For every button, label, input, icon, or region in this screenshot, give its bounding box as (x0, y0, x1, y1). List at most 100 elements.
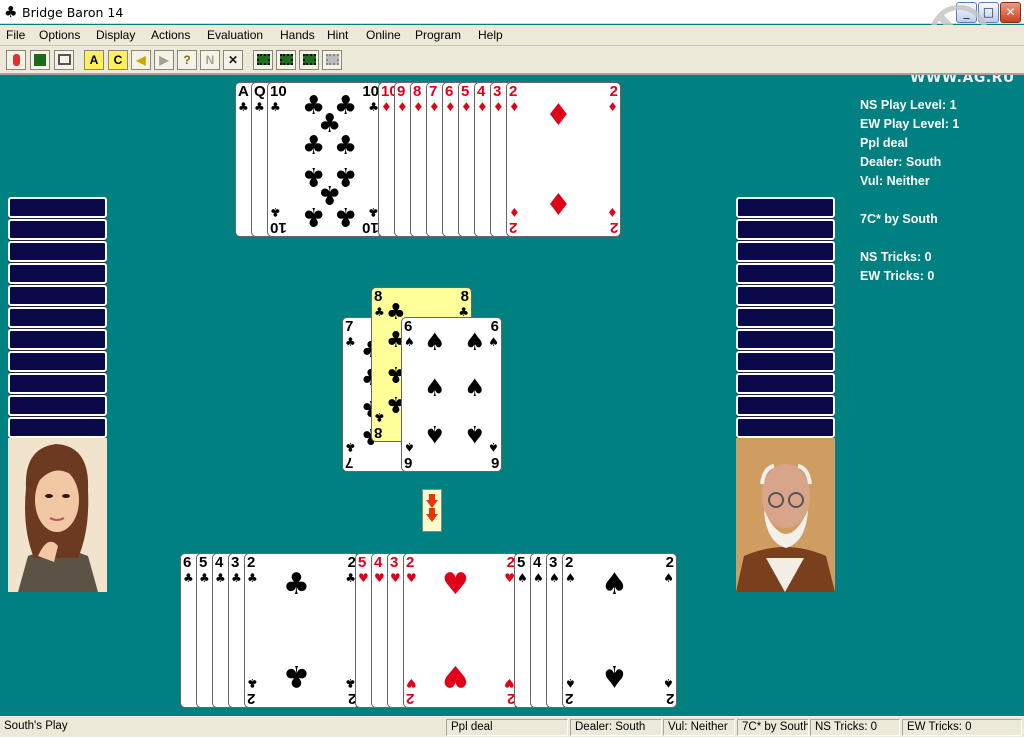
card-pip-icon: ♣ (334, 201, 358, 231)
card-back (8, 307, 107, 328)
book-icon[interactable] (54, 50, 74, 70)
card-rank: 2 (509, 219, 518, 236)
toolbar: A C ◀ ▶ ? N ✕ (0, 46, 1024, 75)
card-suit-icon: ♠ (488, 440, 499, 454)
card-pip-icon: ♠ (424, 420, 446, 448)
card-suit-icon: ♦ (493, 100, 504, 114)
x-icon[interactable]: ✕ (223, 50, 243, 70)
forward-icon[interactable]: ▶ (154, 50, 174, 70)
card-pip-icon: ♥ (442, 567, 469, 602)
menu-evaluation[interactable]: Evaluation (207, 28, 263, 42)
card-suit-icon: ♥ (358, 571, 369, 585)
menu-actions[interactable]: Actions (151, 28, 190, 42)
playing-card[interactable]: 2 ♠ 2 ♠ 2 ♠ 2 ♠ ♠ ♠ (562, 553, 677, 708)
film-icon[interactable] (322, 50, 342, 70)
card-rank: 2 (609, 219, 618, 236)
card-suit-icon: ♠ (565, 571, 576, 585)
menu-help[interactable]: Help (478, 28, 503, 42)
card-back (736, 197, 835, 218)
hint-icon[interactable]: ? (177, 50, 197, 70)
card-rank: 6 (490, 454, 499, 471)
status-ew-tricks: EW Tricks: 0 (902, 719, 1022, 736)
card-rank: 3 (231, 554, 240, 571)
card-back (736, 219, 835, 240)
card-rank: 3 (549, 554, 558, 571)
menu-bar: File Options Display Actions Evaluation … (0, 25, 1024, 46)
card-pip-icon: ♥ (442, 658, 469, 693)
card-back (736, 241, 835, 262)
card-suit-icon: ♠ (404, 335, 415, 349)
card-rank: 2 (565, 554, 574, 571)
card-back (8, 219, 107, 240)
card-suit-icon: ♣ (183, 571, 194, 585)
card-suit-icon: ♠ (663, 571, 674, 585)
playing-card[interactable]: 2 ♣ 2 ♣ 2 ♣ 2 ♣ ♣ ♣ (244, 553, 359, 708)
card-rank: 2 (247, 554, 256, 571)
menu-options[interactable]: Options (39, 28, 80, 42)
card-back (736, 329, 835, 350)
vulnerability: Vul: Neither (860, 174, 930, 188)
card-rank: 7 (429, 83, 438, 100)
card-pip-icon: ♠ (464, 420, 486, 448)
card-back (8, 395, 107, 416)
card-back (8, 285, 107, 306)
a-icon[interactable]: A (84, 50, 104, 70)
card-back (8, 329, 107, 350)
status-ns-tricks: NS Tricks: 0 (810, 719, 900, 736)
card-suit-icon: ♣ (345, 335, 356, 349)
menu-hint[interactable]: Hint (327, 28, 348, 42)
menu-hands[interactable]: Hands (280, 28, 315, 42)
card-suit-icon: ♣ (238, 100, 249, 114)
card-rank: 2 (509, 83, 518, 100)
card-pip-icon: ♠ (424, 374, 446, 402)
status-message: South's Play (4, 720, 68, 732)
card-suit-icon: ♣ (247, 571, 258, 585)
card-suit-icon: ♦ (509, 100, 520, 114)
card-rank: 2 (247, 690, 256, 707)
status-contract: 7C* by South (737, 719, 809, 736)
playing-card[interactable]: 6 ♠ 6 ♠ 6 ♠ 6 ♠ ♠ ♠ ♠ ♠ ♠ ♠ (401, 317, 502, 472)
card-back (736, 263, 835, 284)
menu-file[interactable]: File (6, 28, 25, 42)
playing-card[interactable]: 10 ♣ 10 ♣ 10 ♣ 10 ♣ ♣ ♣ ♣ ♣ ♣ ♣ ♣ ♣ ♣ ♣ (267, 82, 382, 237)
card-suit-icon: ♣ (215, 571, 226, 585)
card-pip-icon: ♣ (283, 567, 310, 602)
status-dealer: Dealer: South (570, 719, 662, 736)
card-back (736, 351, 835, 372)
card-suit-icon: ♣ (254, 100, 265, 114)
card-suit-icon: ♠ (517, 571, 528, 585)
back-icon[interactable]: ◀ (131, 50, 151, 70)
card-rank: 2 (609, 83, 618, 100)
card-suit-icon: ♠ (549, 571, 560, 585)
card-suit-icon: ♦ (509, 205, 520, 219)
card-rank: 3 (493, 83, 502, 100)
film-icon[interactable] (276, 50, 296, 70)
dice-icon[interactable] (30, 50, 50, 70)
stop-icon[interactable] (6, 50, 26, 70)
card-back (8, 373, 107, 394)
card-rank: 8 (413, 83, 422, 100)
close-button[interactable]: ✕ (1000, 2, 1021, 23)
card-rank: 10 (362, 83, 379, 100)
card-suit-icon: ♣ (199, 571, 210, 585)
playing-card[interactable]: 2 ♥ 2 ♥ 2 ♥ 2 ♥ ♥ ♥ (403, 553, 518, 708)
deal-type: Ppl deal (860, 136, 908, 150)
c-icon[interactable]: C (108, 50, 128, 70)
west-player-avatar (8, 438, 107, 592)
playing-card[interactable]: 2 ♦ 2 ♦ 2 ♦ 2 ♦ ♦ ♦ (506, 82, 621, 237)
club-icon[interactable]: ♣ (4, 3, 17, 21)
card-suit-icon: ♣ (270, 100, 281, 114)
film-icon[interactable] (299, 50, 319, 70)
card-suit-icon: ♣ (374, 305, 385, 319)
title-bar: ♣ Bridge Baron 14 _ □ ✕ (0, 0, 1024, 24)
card-rank: 8 (374, 288, 383, 305)
film-icon[interactable] (253, 50, 273, 70)
card-back (8, 197, 107, 218)
card-rank: 5 (199, 554, 208, 571)
n-icon[interactable]: N (200, 50, 220, 70)
card-suit-icon: ♥ (406, 676, 417, 690)
ew-play-level: EW Play Level: 1 (860, 117, 960, 131)
menu-program[interactable]: Program (415, 28, 461, 42)
menu-online[interactable]: Online (366, 28, 401, 42)
menu-display[interactable]: Display (96, 28, 135, 42)
